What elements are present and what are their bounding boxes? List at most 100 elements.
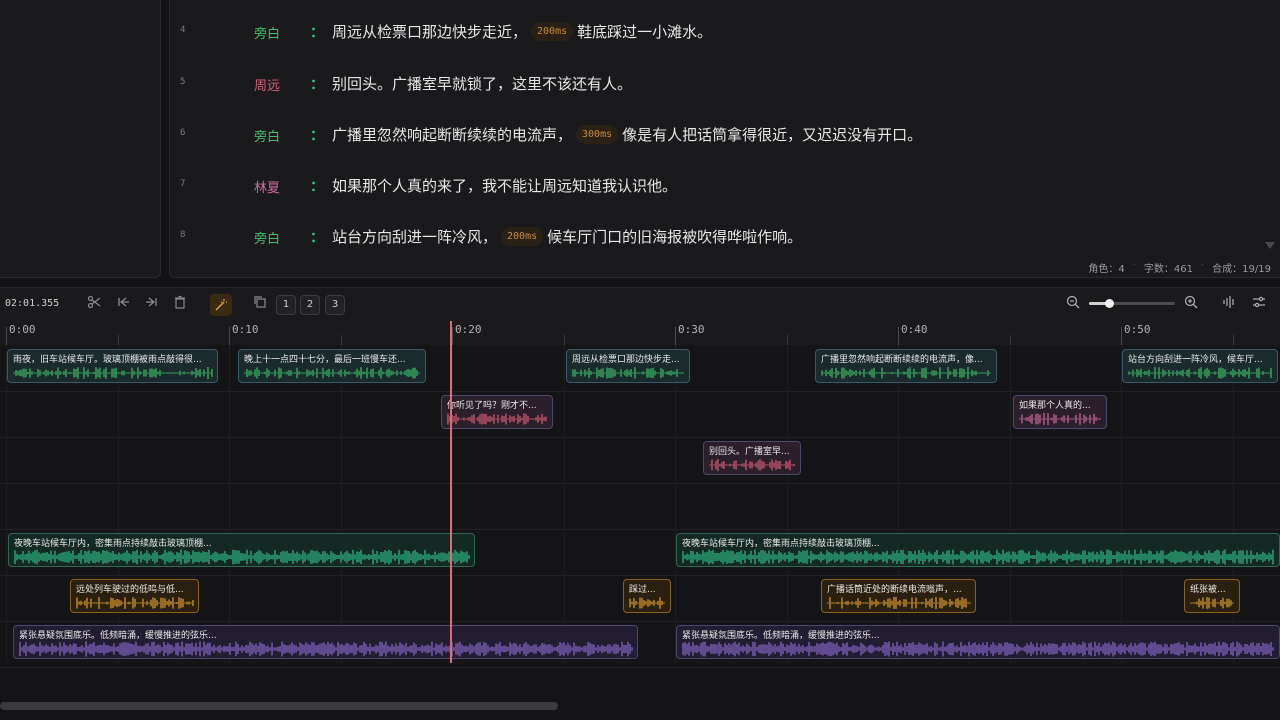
zoom-slider[interactable] [1089, 299, 1175, 308]
grid-line [229, 345, 230, 663]
waveform [244, 367, 420, 379]
audio-clip[interactable]: 站台方向刮进一阵冷风，候车厅... [1122, 349, 1278, 383]
waveform [827, 597, 971, 609]
audio-clip[interactable]: 紧张悬疑氛围底乐。低频暗涌，缓慢推进的弦乐... [676, 625, 1280, 659]
audio-clip[interactable]: 你听见了吗？刚才不... [441, 395, 553, 429]
time-ruler[interactable]: 0:00 0:10 0:20 0:30 0:40 0:50 [0, 321, 1280, 346]
grid-line [340, 345, 342, 663]
waveform [14, 549, 470, 565]
speaker-label[interactable]: 旁白 [254, 23, 280, 42]
audio-clip[interactable]: 雨夜，旧车站候车厅。玻璃顶棚被雨点敲得很... [7, 349, 218, 383]
script-line[interactable]: 5 周远 ： 别回头。广播室早就锁了，这里不该还有人。 [170, 69, 1270, 99]
timeline-tracks: 雨夜，旧车站候车厅。玻璃顶棚被雨点敲得很... 晚上十一点四十七分，最后一班慢车还… [0, 345, 1280, 668]
line-number: 5 [180, 77, 186, 87]
audio-clip[interactable]: 如果那个人真的... [1013, 395, 1107, 429]
playhead-handle[interactable] [450, 321, 452, 345]
colon-separator: ： [310, 77, 324, 93]
scroll-down-icon[interactable] [1265, 242, 1275, 249]
pause-badge[interactable]: 200ms [501, 227, 544, 246]
speaker-label[interactable]: 旁白 [254, 228, 280, 247]
pause-badge[interactable]: 200ms [531, 22, 574, 41]
script-line[interactable]: 6 旁白 ： 广播里忽然响起断断续续的电流声， 300ms 像是有人把话筒拿得很… [170, 120, 1270, 150]
scissors-icon[interactable] [84, 295, 104, 315]
script-line[interactable]: 4 旁白 ： 周远从检票口那边快步走近， 200ms 鞋底踩过一小滩水。 [170, 17, 1270, 47]
copy-icon[interactable] [250, 295, 270, 315]
skip-start-icon[interactable] [113, 295, 133, 315]
speaker-label[interactable]: 旁白 [254, 126, 280, 145]
track-row [0, 437, 1280, 484]
grid-line [675, 345, 676, 663]
waveform-icon[interactable] [1219, 295, 1239, 315]
waveform [572, 367, 684, 379]
line-text-pre: 别回头。广播室早就锁了，这里不该还有人。 [332, 75, 633, 93]
ruler-major-tick [675, 327, 676, 345]
waveform [709, 459, 795, 471]
audio-clip[interactable]: 广播里忽然响起断断续续的电流声，像... [815, 349, 997, 383]
audio-clip[interactable]: 纸张被... [1184, 579, 1240, 613]
script-stats: 角色：4 · 字数：461 · 合成：19/19 [1088, 260, 1271, 275]
audio-clip[interactable]: 远处列车驶过的低鸣与低... [70, 579, 199, 613]
grid-line [6, 345, 7, 663]
waveform [682, 641, 1274, 657]
line-text[interactable]: 站台方向刮进一阵冷风， 200ms 候车厅门口的旧海报被吹得哗啦作响。 [332, 226, 802, 247]
ruler-label: 0:20 [455, 323, 482, 336]
track-button-3[interactable]: 3 [325, 295, 345, 315]
audio-clip[interactable]: 广播话筒近处的断续电流嗡声，... [821, 579, 976, 613]
magic-wand-icon[interactable] [210, 294, 232, 316]
audio-clip[interactable]: 紧张悬疑氛围底乐。低频暗涌，缓慢推进的弦乐... [13, 625, 638, 659]
colon-separator: ： [310, 179, 324, 195]
zoom-slider-thumb[interactable] [1104, 299, 1114, 308]
waveform [821, 367, 991, 379]
track-button-2[interactable]: 2 [300, 295, 320, 315]
audio-clip[interactable]: 别回头。广播室早... [703, 441, 801, 475]
line-text-pre: 周远从检票口那边快步走近， [332, 23, 528, 41]
grid-line [117, 345, 119, 663]
line-text[interactable]: 周远从检票口那边快步走近， 200ms 鞋底踩过一小滩水。 [332, 21, 712, 42]
skip-end-icon[interactable] [142, 295, 162, 315]
ruler-label: 0:40 [901, 323, 928, 336]
settings-sliders-icon[interactable] [1249, 295, 1269, 315]
pause-badge[interactable]: 300ms [576, 125, 619, 144]
audio-clip[interactable]: 夜晚车站候车厅内，密集雨点持续敲击玻璃顶棚... [676, 533, 1280, 567]
ruler-label: 0:50 [1124, 323, 1151, 336]
waveform [19, 641, 633, 657]
grid-line [452, 345, 453, 663]
grid-line [1009, 345, 1011, 663]
zoom-in-icon[interactable] [1181, 295, 1201, 315]
waveform [1190, 597, 1234, 609]
ruler-minor-tick [786, 335, 788, 345]
colon-separator: ： [310, 230, 324, 246]
trash-icon[interactable] [170, 295, 190, 315]
grid-line [898, 345, 899, 663]
script-line[interactable]: 8 旁白 ： 站台方向刮进一阵冷风， 200ms 候车厅门口的旧海报被吹得哗啦作… [170, 222, 1270, 252]
line-number: 8 [180, 230, 186, 240]
ruler-minor-tick [117, 335, 119, 345]
waveform [447, 413, 547, 425]
line-text[interactable]: 如果那个人真的来了，我不能让周远知道我认识他。 [332, 175, 677, 196]
colon-separator: ： [310, 128, 324, 144]
line-text[interactable]: 别回头。广播室早就锁了，这里不该还有人。 [332, 73, 632, 94]
ruler-label: 0:10 [232, 323, 259, 336]
waveform [1019, 413, 1101, 425]
script-line[interactable]: 7 林夏 ： 如果那个人真的来了，我不能让周远知道我认识他。 [170, 171, 1270, 201]
horizontal-scrollbar[interactable] [0, 702, 558, 710]
waveform [76, 597, 194, 609]
grid-line [1121, 345, 1122, 663]
track-button-1[interactable]: 1 [276, 295, 296, 315]
zoom-out-icon[interactable] [1063, 295, 1083, 315]
role-count: 角色：4 [1088, 264, 1125, 275]
script-editor: 4 旁白 ： 周远从检票口那边快步走近， 200ms 鞋底踩过一小滩水。 5 周… [169, 0, 1280, 278]
playhead[interactable] [450, 345, 452, 663]
ruler-major-tick [1121, 327, 1122, 345]
speaker-label[interactable]: 周远 [254, 75, 280, 94]
audio-clip[interactable]: 晚上十一点四十七分，最后一班慢车还... [238, 349, 426, 383]
audio-clip[interactable]: 踩过... [623, 579, 671, 613]
ruler-major-tick [898, 327, 899, 345]
speaker-label[interactable]: 林夏 [254, 177, 280, 196]
waveform [682, 549, 1274, 565]
audio-clip[interactable]: 周远从检票口那边快步走... [566, 349, 690, 383]
char-count: 字数：461 [1143, 264, 1193, 275]
line-text[interactable]: 广播里忽然响起断断续续的电流声， 300ms 像是有人把话筒拿得很近，又迟迟没有… [332, 124, 922, 145]
audio-clip[interactable]: 夜晚车站候车厅内，密集雨点持续敲击玻璃顶棚... [8, 533, 475, 567]
timeline-toolbar: 02:01.355 1 2 3 [0, 287, 1280, 322]
